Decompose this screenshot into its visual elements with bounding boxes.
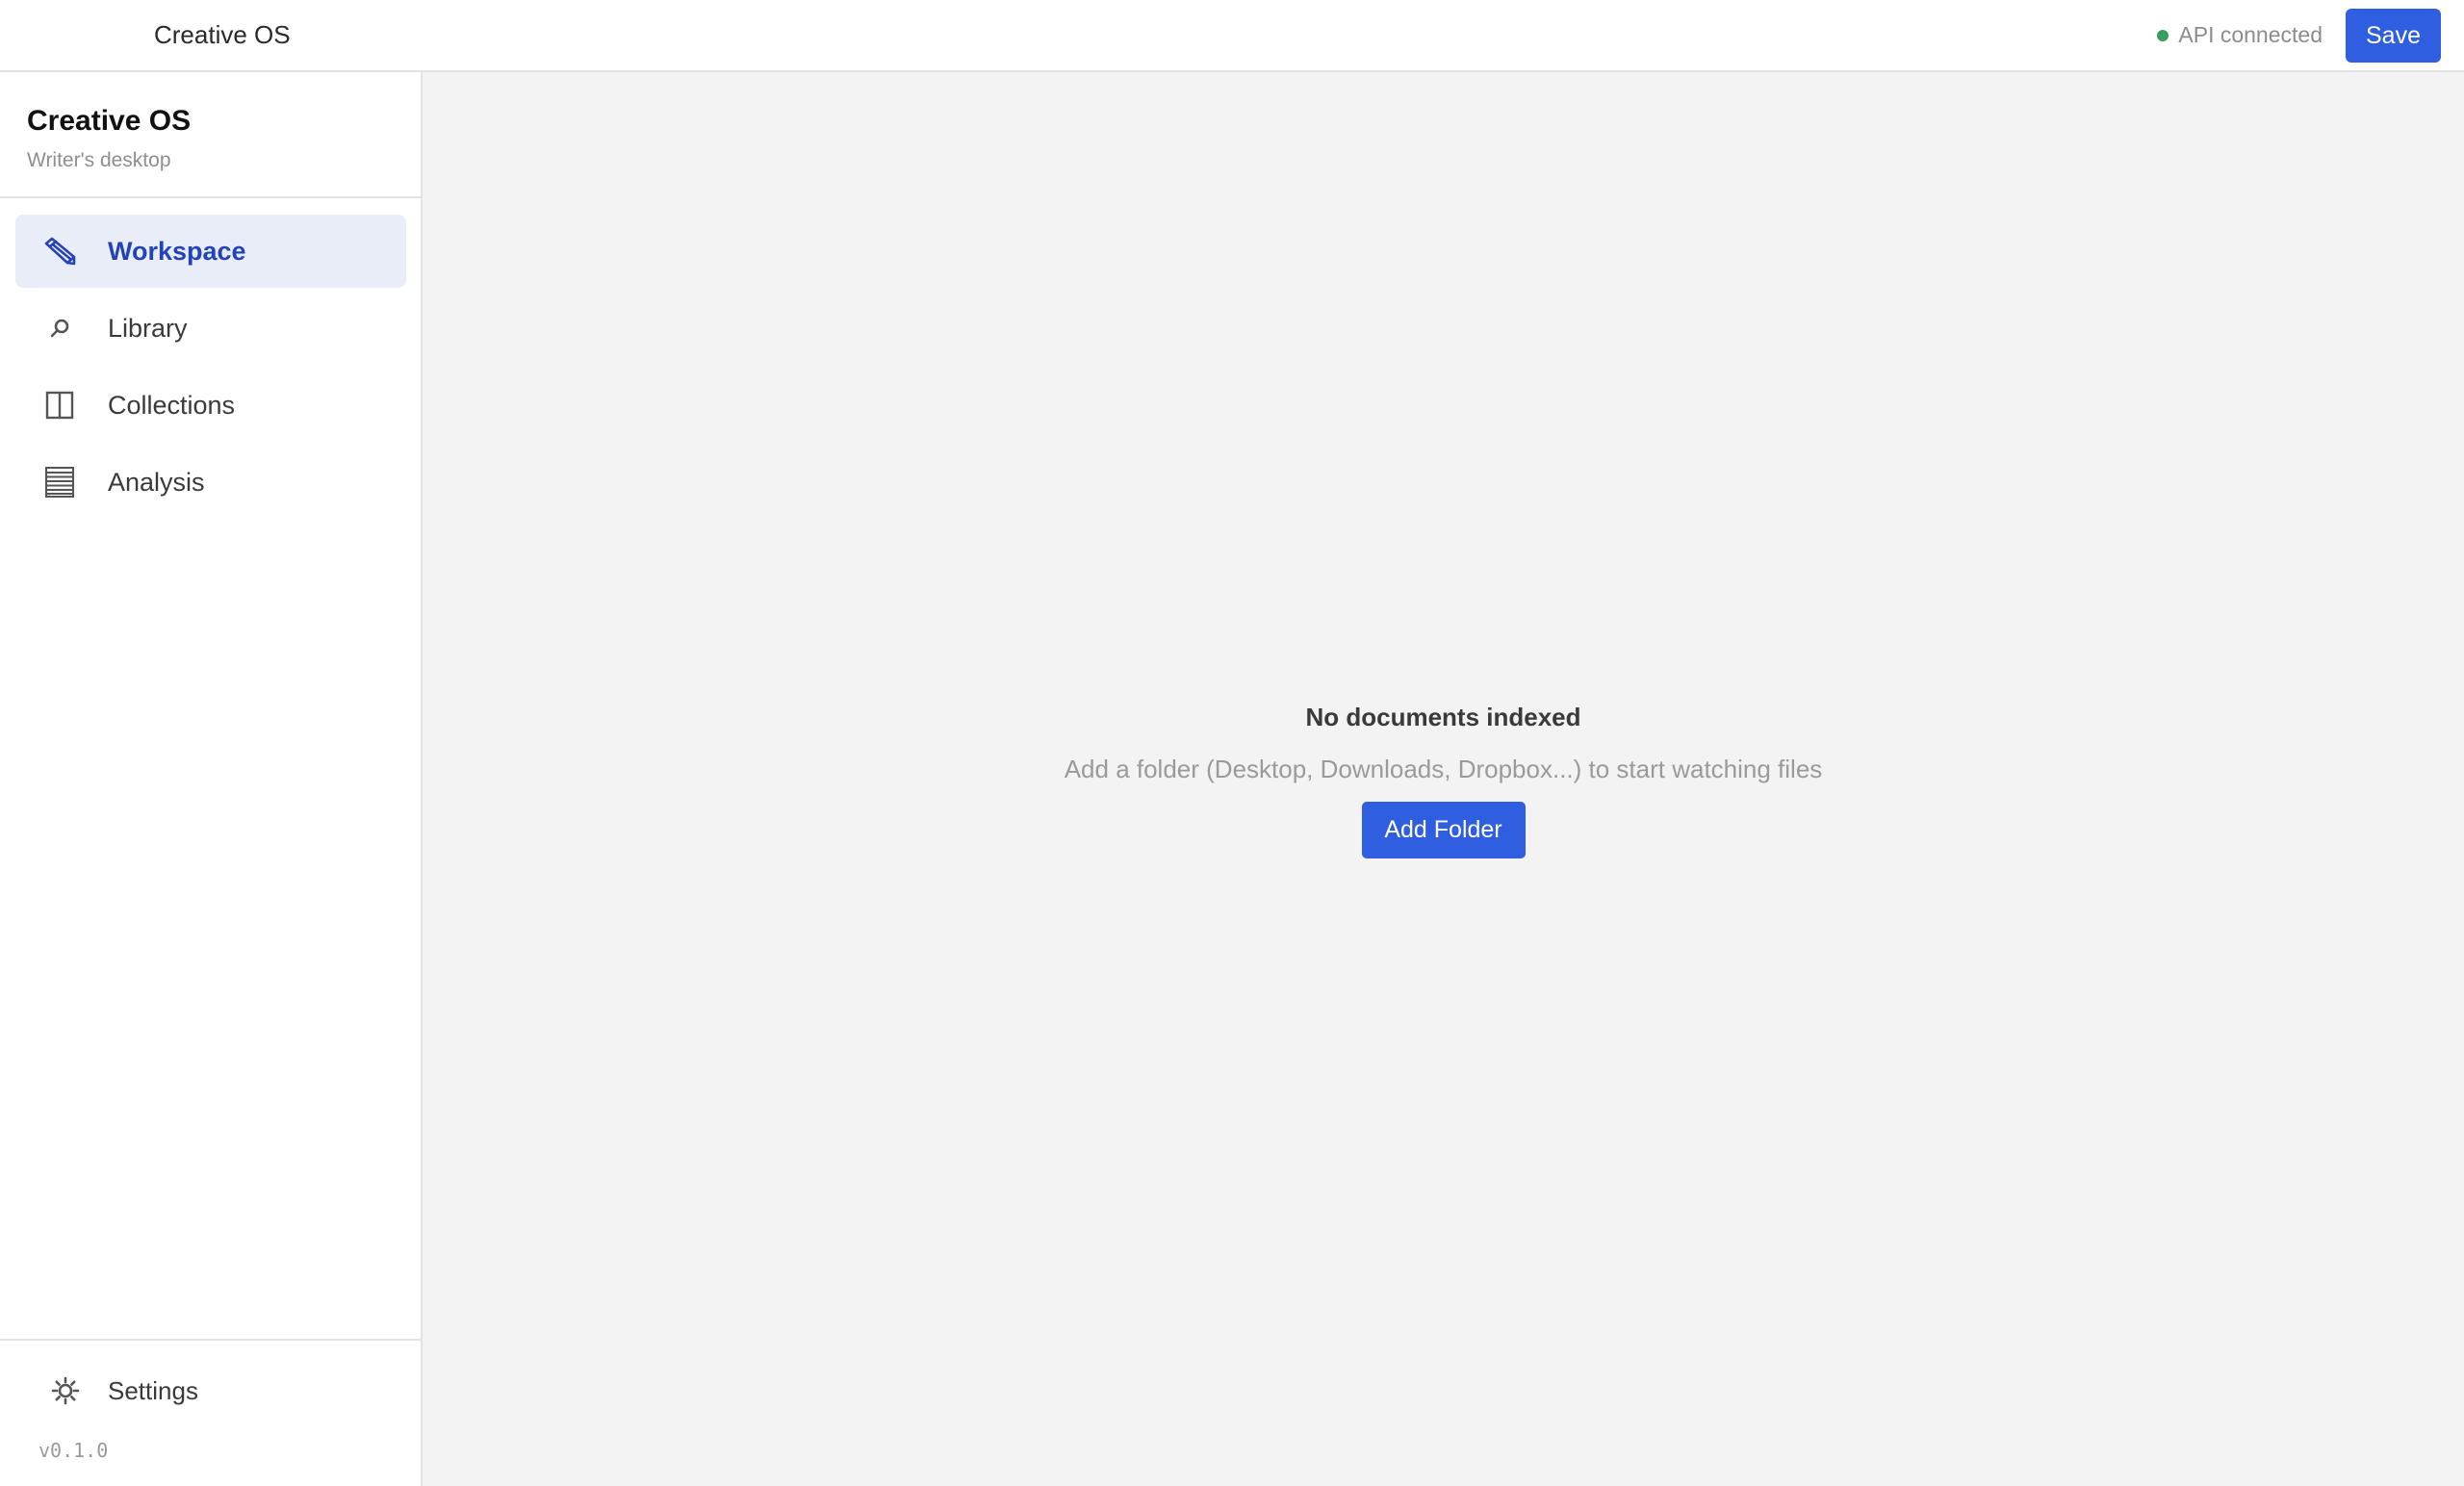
add-folder-button[interactable]: Add Folder bbox=[1361, 802, 1526, 858]
sidebar-item-analysis[interactable]: Analysis bbox=[15, 446, 406, 519]
empty-state-title: No documents indexed bbox=[1305, 703, 1581, 731]
sidebar-item-label: Library bbox=[108, 314, 188, 343]
api-status-text: API connected bbox=[2178, 22, 2323, 47]
gear-icon bbox=[48, 1373, 83, 1408]
table-icon bbox=[42, 465, 77, 500]
empty-state: No documents indexed Add a folder (Deskt… bbox=[423, 698, 2464, 858]
sidebar-item-label: Collections bbox=[108, 391, 236, 420]
sidebar-nav: Workspace Library Collections Analysis bbox=[15, 215, 406, 523]
sidebar-item-settings[interactable]: Settings bbox=[15, 1360, 406, 1422]
status-dot-icon bbox=[2157, 29, 2169, 41]
sidebar-item-collections[interactable]: Collections bbox=[15, 369, 406, 442]
version-label: v0.1.0 bbox=[38, 1439, 109, 1462]
sidebar: Creative OS Writer's desktop Workspace L… bbox=[0, 72, 423, 1486]
app-window: Creative OS API connected Save Creative … bbox=[0, 0, 2464, 1486]
empty-state-description: Add a folder (Desktop, Downloads, Dropbo… bbox=[1064, 755, 1823, 783]
api-status: API connected bbox=[2157, 0, 2323, 70]
brand-subtitle: Writer's desktop bbox=[27, 149, 171, 171]
sidebar-footer: Settings v0.1.0 bbox=[0, 1339, 421, 1486]
main-content: No documents indexed Add a folder (Deskt… bbox=[423, 72, 2464, 1486]
app-title: Creative OS bbox=[154, 20, 291, 49]
sidebar-item-library[interactable]: Library bbox=[15, 292, 406, 365]
brand-title: Creative OS bbox=[27, 105, 192, 137]
settings-label: Settings bbox=[108, 1376, 198, 1405]
pencil-icon bbox=[42, 234, 77, 269]
sidebar-brand: Creative OS Writer's desktop bbox=[0, 72, 421, 198]
sidebar-item-workspace[interactable]: Workspace bbox=[15, 215, 406, 288]
sidebar-item-label: Analysis bbox=[108, 468, 205, 497]
search-icon bbox=[42, 311, 77, 346]
columns-icon bbox=[42, 388, 77, 423]
save-button[interactable]: Save bbox=[2346, 9, 2441, 63]
top-bar: Creative OS API connected Save bbox=[0, 0, 2464, 72]
sidebar-item-label: Workspace bbox=[108, 237, 246, 266]
